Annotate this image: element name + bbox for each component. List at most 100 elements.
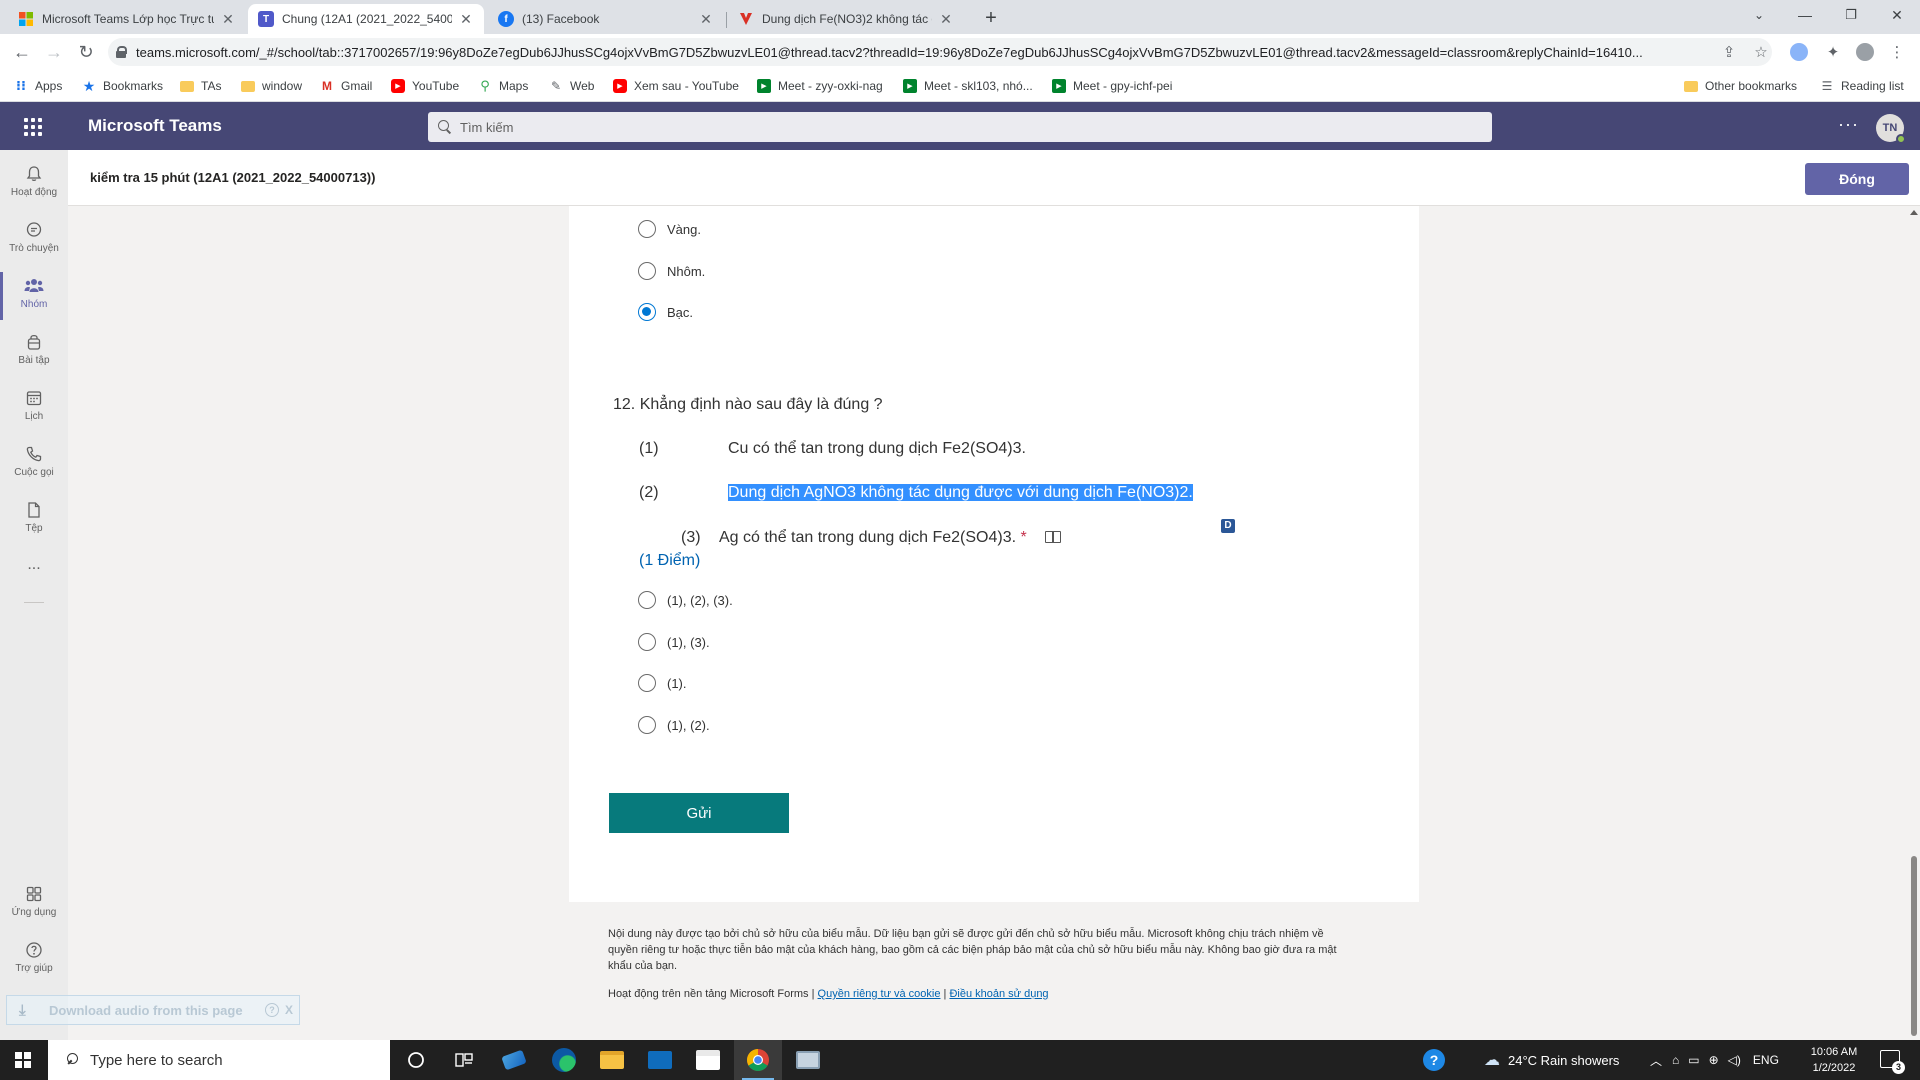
close-tab-icon[interactable]: ✕ xyxy=(938,11,954,28)
browser-tab-facebook[interactable]: f (13) Facebook ✕ xyxy=(488,4,724,34)
scrollbar[interactable] xyxy=(1908,206,1920,1040)
close-tab-icon[interactable]: ✕ xyxy=(698,11,714,28)
reading-list[interactable]: ☰ Reading list xyxy=(1820,77,1904,95)
scrollbar-thumb[interactable] xyxy=(1911,856,1917,1036)
bookmark-gmail[interactable]: M Gmail xyxy=(320,77,372,95)
bookmark-tas[interactable]: TAs xyxy=(180,77,221,95)
extensions-puzzle-icon[interactable]: ✦ xyxy=(1824,44,1842,62)
rail-item-help[interactable]: Trợ giúp xyxy=(0,934,68,990)
taskbar-clock[interactable]: 10:06 AM 1/2/2022 xyxy=(1796,1044,1872,1076)
bookmark-maps[interactable]: ⚲ Maps xyxy=(478,77,528,95)
chrome-icon[interactable] xyxy=(734,1040,782,1080)
app-launcher-icon[interactable] xyxy=(24,118,42,136)
chrome-menu-icon[interactable]: ⋮ xyxy=(1888,44,1906,62)
weather-widget[interactable]: ☁ 24°C Rain showers xyxy=(1484,1040,1619,1080)
submit-button[interactable]: Gửi xyxy=(609,793,789,833)
close-icon[interactable]: X xyxy=(285,1003,293,1017)
radio-option[interactable]: Vàng. xyxy=(638,220,701,238)
radio-option[interactable]: (1), (3). xyxy=(638,633,710,651)
rail-item-calls[interactable]: Cuộc gọi xyxy=(0,438,68,494)
taskbar-search-box[interactable]: Type here to search xyxy=(48,1040,390,1080)
rail-item-apps[interactable]: Ứng dụng xyxy=(0,878,68,934)
bookmark-xem-sau-youtube[interactable]: ▶ Xem sau - YouTube xyxy=(613,77,739,95)
radio-button[interactable] xyxy=(638,262,656,280)
radio-button-selected[interactable] xyxy=(638,303,656,321)
download-audio-toast[interactable]: ⤓ Download audio from this page ? X xyxy=(6,995,300,1025)
close-tab-icon[interactable]: ✕ xyxy=(220,11,236,28)
bookmark-meet-3[interactable]: ▶ Meet - gpy-ichf-pei xyxy=(1052,77,1172,95)
snipping-tool-icon[interactable] xyxy=(784,1040,832,1080)
immersive-reader-icon[interactable] xyxy=(1045,531,1062,543)
bookmark-youtube[interactable]: ▶ YouTube xyxy=(391,77,459,95)
language-indicator[interactable]: ENG xyxy=(1753,1053,1779,1067)
taskbar-app-pen-icon[interactable] xyxy=(490,1040,538,1080)
forward-arrow-icon[interactable]: → xyxy=(42,40,66,64)
browser-tab-teams-classes[interactable]: Microsoft Teams Lớp học Trực tuyến ✕ xyxy=(8,4,246,34)
battery-icon[interactable]: ▭ xyxy=(1688,1053,1699,1067)
minimize-icon[interactable]: — xyxy=(1782,0,1828,34)
help-icon[interactable]: ? xyxy=(264,1003,279,1017)
store-icon[interactable] xyxy=(684,1040,732,1080)
close-tab-icon[interactable]: ✕ xyxy=(458,11,474,28)
radio-option[interactable]: Bạc. xyxy=(638,303,693,321)
volume-icon[interactable]: ◁) xyxy=(1728,1053,1741,1067)
windows-start-icon[interactable] xyxy=(15,1052,31,1068)
file-explorer-icon[interactable] xyxy=(588,1040,636,1080)
bookmark-window[interactable]: window xyxy=(241,77,302,95)
bookmark-meet-2[interactable]: ▶ Meet - skl103, nhó... xyxy=(903,77,1033,95)
reload-icon[interactable]: ↻ xyxy=(74,40,98,64)
share-icon[interactable]: ⇪ xyxy=(1720,44,1738,62)
bookmark-star-icon[interactable]: ☆ xyxy=(1752,44,1770,62)
extension-search-icon[interactable] xyxy=(1790,43,1808,61)
browser-tab-vietjack[interactable]: Dung dịch Fe(NO3)2 không tác dụng ✕ xyxy=(728,4,964,34)
window-close-icon[interactable]: ✕ xyxy=(1874,0,1920,34)
radio-button[interactable] xyxy=(638,591,656,609)
terms-link[interactable]: Điều khoản sử dụng xyxy=(949,988,1048,1000)
rail-item-assignments[interactable]: Bài tập xyxy=(0,326,68,382)
avatar[interactable]: TN xyxy=(1876,114,1906,144)
bookmark-other[interactable]: Other bookmarks xyxy=(1684,77,1797,95)
more-options-icon[interactable]: ··· xyxy=(1838,114,1859,135)
tab-search-chevron-icon[interactable]: ⌄ xyxy=(1736,0,1782,34)
network-globe-icon[interactable]: ⊕ xyxy=(1709,1053,1719,1067)
new-tab-button[interactable]: + xyxy=(978,6,1004,32)
bookmark-meet-1[interactable]: ▶ Meet - zyy-oxki-nag xyxy=(757,77,883,95)
edge-icon[interactable] xyxy=(540,1040,588,1080)
mail-icon[interactable] xyxy=(636,1040,684,1080)
radio-option[interactable]: (1), (2), (3). xyxy=(638,591,733,609)
close-button[interactable]: Đóng xyxy=(1805,163,1909,195)
rail-item-activity[interactable]: Hoạt động xyxy=(0,158,68,214)
rail-item-calendar[interactable]: Lịch xyxy=(0,382,68,438)
radio-option[interactable]: (1), (2). xyxy=(638,716,710,734)
bookmark-apps[interactable]: ⁝⁝ Apps xyxy=(14,77,62,95)
radio-option[interactable]: Nhôm. xyxy=(638,262,705,280)
radio-button[interactable] xyxy=(638,716,656,734)
address-bar[interactable]: teams.microsoft.com/_#/school/tab::37170… xyxy=(108,38,1772,66)
meet-now-icon[interactable]: ⌂ xyxy=(1672,1053,1679,1067)
teams-search-box[interactable]: Tìm kiếm xyxy=(428,112,1492,142)
download-audio-label[interactable]: Download audio from this page xyxy=(49,1003,243,1018)
task-view-icon[interactable] xyxy=(440,1040,488,1080)
rail-more-apps[interactable]: ... xyxy=(0,556,68,586)
radio-button[interactable] xyxy=(638,220,656,238)
privacy-link[interactable]: Quyền riêng tư và cookie xyxy=(818,988,941,1000)
browser-tab-chung[interactable]: T Chung (12A1 (2021_2022_54000713)) ✕ xyxy=(248,4,484,34)
rail-item-files[interactable]: Tệp xyxy=(0,494,68,550)
radio-button[interactable] xyxy=(638,674,656,692)
url-text[interactable]: teams.microsoft.com/_#/school/tab::37170… xyxy=(136,45,1772,60)
bookmark-web[interactable]: ✎ Web xyxy=(549,77,595,95)
back-arrow-icon[interactable]: ← xyxy=(10,40,34,64)
show-hidden-icons-chevron-icon[interactable]: ︿ xyxy=(1650,1052,1662,1069)
radio-option[interactable]: (1). xyxy=(638,674,687,692)
rail-item-teams[interactable]: Nhóm xyxy=(0,270,68,326)
radio-button[interactable] xyxy=(638,633,656,651)
help-tips-icon[interactable]: ? xyxy=(1410,1040,1458,1080)
cortana-icon[interactable] xyxy=(392,1040,440,1080)
bookmark-bookmarks[interactable]: ★ Bookmarks xyxy=(82,77,163,95)
dictionary-badge-icon[interactable]: D xyxy=(1221,519,1235,533)
rail-item-chat[interactable]: Trò chuyện xyxy=(0,214,68,270)
restore-icon[interactable]: ❐ xyxy=(1828,0,1874,34)
notification-center-icon[interactable]: 3 xyxy=(1880,1050,1905,1074)
scroll-up-arrow-icon[interactable] xyxy=(1910,210,1918,215)
profile-icon[interactable] xyxy=(1856,43,1874,61)
